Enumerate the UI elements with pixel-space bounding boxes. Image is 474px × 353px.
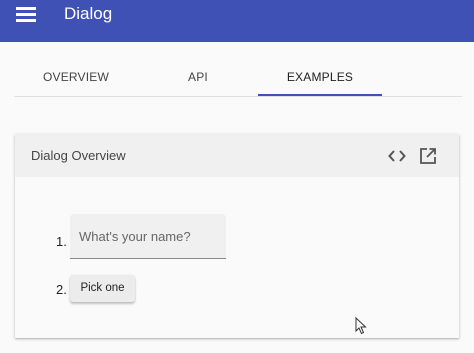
list-number: 1. <box>56 234 67 249</box>
name-input[interactable]: What's your name? <box>70 214 226 259</box>
tab-overview[interactable]: OVERVIEW <box>14 58 138 96</box>
example-card: Dialog Overview 1. What's your name? 2. … <box>15 134 459 338</box>
menu-icon[interactable] <box>16 6 38 22</box>
mouse-cursor-icon <box>355 317 367 335</box>
tab-api[interactable]: API <box>138 58 258 96</box>
tab-examples[interactable]: EXAMPLES <box>258 58 382 96</box>
card-title: Dialog Overview <box>31 148 126 163</box>
pick-one-button-label: Pick one <box>80 282 125 294</box>
active-tab-indicator <box>258 94 382 96</box>
pick-one-button[interactable]: Pick one <box>70 275 135 302</box>
tab-bar: OVERVIEW API EXAMPLES <box>14 58 462 97</box>
code-icon[interactable] <box>388 148 406 164</box>
top-toolbar: Dialog <box>0 0 474 42</box>
open-in-new-icon[interactable] <box>419 147 437 165</box>
list-number: 2. <box>56 282 67 297</box>
card-header: Dialog Overview <box>15 134 459 177</box>
name-input-placeholder: What's your name? <box>79 229 191 244</box>
page-title: Dialog <box>64 4 113 23</box>
